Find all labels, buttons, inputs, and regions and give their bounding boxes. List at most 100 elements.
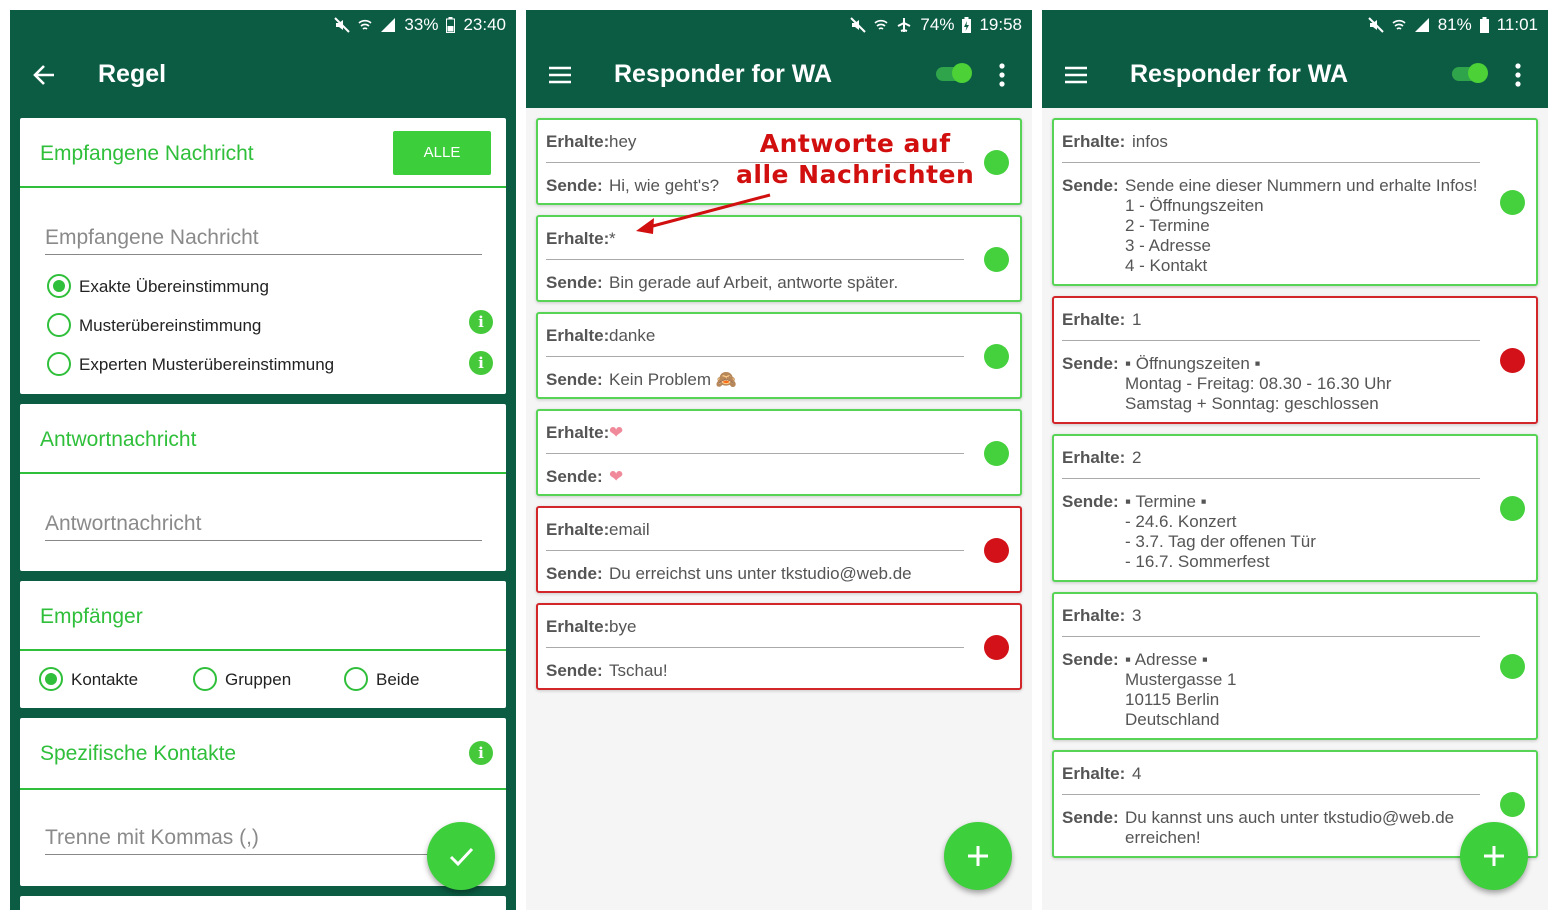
status-dot[interactable] <box>1500 496 1525 521</box>
clock: 23:40 <box>463 15 506 34</box>
next-card <box>20 896 506 910</box>
send-label: Sende: <box>1062 354 1119 373</box>
input-underline <box>45 854 482 855</box>
divider <box>1062 162 1480 163</box>
clock: 11:01 <box>1496 15 1538 34</box>
radio-pattern-match[interactable] <box>47 313 71 337</box>
send-value: Du kannst uns auch unter tkstudio@web.de… <box>1125 808 1455 847</box>
all-button[interactable]: ALLE <box>393 131 491 175</box>
radio-label-exact: Exakte Übereinstimmung <box>79 277 269 296</box>
rule-editor-screen: 33% 23:40 Regel Empfangene Nachricht ALL… <box>10 10 516 910</box>
annotation-arrow <box>636 193 771 234</box>
received-message-card: Empfangene Nachricht ALLE Empfangene Nac… <box>20 118 506 394</box>
receive-label: Erhalte: <box>1062 310 1126 329</box>
receive-label: Erhalte: <box>1062 606 1126 625</box>
status-bar: 81% 11:01 <box>1042 10 1548 40</box>
send-label: Sende: <box>1062 492 1119 511</box>
send-value: ▪ Öffnungszeiten ▪ Montag - Freitag: 08.… <box>1125 354 1392 413</box>
more-vert-icon[interactable] <box>1512 62 1524 88</box>
recipient-title: Empfänger <box>40 605 143 628</box>
rules-list-screen: 74% 19:58 Responder for WA Erhalte: hey Se… <box>526 10 1032 910</box>
arrow-left-icon[interactable] <box>30 60 60 90</box>
info-icon[interactable]: i <box>469 741 493 765</box>
send-label: Sende: <box>1062 808 1119 827</box>
receive-label: Erhalte: <box>1062 448 1126 467</box>
page-title: Regel <box>98 60 167 88</box>
receive-value: 3 <box>1132 606 1142 625</box>
app-bar: Regel <box>10 40 516 108</box>
reply-message-title: Antwortnachricht <box>40 428 197 451</box>
signal-icon <box>380 17 396 33</box>
status-bar: 33% 23:40 <box>10 10 516 40</box>
divider <box>20 472 506 474</box>
radio-label-pattern: Musterübereinstimmung <box>79 316 262 335</box>
status-dot[interactable] <box>1500 654 1525 679</box>
reply-message-input[interactable]: Antwortnachricht <box>45 512 201 536</box>
battery-icon <box>446 17 456 33</box>
rule-card[interactable]: Erhalte: infos Sende: Sende eine dieser Num… <box>1052 118 1538 286</box>
hamburger-menu-icon[interactable] <box>1062 60 1092 90</box>
info-icon[interactable]: i <box>469 351 493 375</box>
divider <box>1062 478 1480 479</box>
divider <box>1062 636 1480 637</box>
plus-icon <box>968 846 988 866</box>
received-message-input[interactable]: Empfangene Nachricht <box>45 226 259 250</box>
radio-both[interactable] <box>344 667 368 691</box>
radio-label-contacts: Kontakte <box>71 670 139 689</box>
send-label: Sende: <box>1062 650 1119 669</box>
battery-icon <box>1479 17 1489 33</box>
radio-expert-pattern-match[interactable] <box>47 352 71 376</box>
radio-label-expert: Experten Musterübereinstimmung <box>79 355 335 374</box>
input-underline <box>45 254 482 255</box>
status-dot[interactable] <box>1500 190 1525 215</box>
wifi-icon <box>1392 17 1406 33</box>
send-value: ▪ Adresse ▪ Mustergasse 1 10115 Berlin D… <box>1125 650 1237 729</box>
rules-list-screen-2: 81% 11:01 Responder for WA Erhalte: infos… <box>1042 10 1548 910</box>
add-rule-button[interactable] <box>1460 822 1528 890</box>
divider <box>20 649 506 651</box>
app-title: Responder for WA <box>1130 60 1349 88</box>
service-toggle[interactable] <box>1452 63 1488 83</box>
mute-icon <box>1367 17 1384 33</box>
send-label: Sende: <box>1062 176 1119 195</box>
rule-card[interactable]: Erhalte: 1 Sende: ▪ Öffnungszeiten ▪ Montag… <box>1052 296 1538 424</box>
rule-card[interactable]: Erhalte: 2 Sende: ▪ Termine ▪ - 24.6. Konze… <box>1052 434 1538 582</box>
send-value: ▪ Termine ▪ - 24.6. Konzert - 3.7. Tag d… <box>1125 492 1316 571</box>
divider <box>20 788 506 790</box>
receive-label: Erhalte: <box>1062 764 1126 783</box>
send-value: Sende eine dieser Nummern und erhalte In… <box>1125 176 1478 275</box>
wifi-icon <box>358 17 372 33</box>
battery-percent: 33% <box>404 15 439 34</box>
receive-label: Erhalte: <box>1062 132 1126 151</box>
rule-card[interactable]: Erhalte: 3 Sende: ▪ Adresse ▪ Mustergasse 1… <box>1052 592 1538 740</box>
check-icon <box>449 847 474 867</box>
signal-icon <box>1414 17 1430 33</box>
app-bar: Responder for WA <box>1042 40 1548 108</box>
recipient-card: Empfänger Kontakte Gruppen Beide <box>20 581 506 708</box>
contacts-input[interactable]: Trenne mit Kommas (,) <box>45 826 259 850</box>
input-underline <box>45 540 482 541</box>
plus-icon <box>1484 846 1504 866</box>
specific-contacts-title: Spezifische Kontakte <box>40 742 237 765</box>
radio-label-groups: Gruppen <box>225 670 292 689</box>
divider <box>1062 340 1480 341</box>
status-dot[interactable] <box>1500 792 1525 817</box>
status-dot[interactable] <box>1500 348 1525 373</box>
save-button[interactable] <box>427 822 495 890</box>
receive-value: infos <box>1132 132 1168 151</box>
radio-contacts[interactable] <box>39 667 63 691</box>
radio-groups[interactable] <box>193 667 217 691</box>
receive-value: 2 <box>1132 448 1142 467</box>
mute-icon <box>334 17 351 33</box>
reply-message-card: Antwortnachricht Antwortnachricht <box>20 404 506 571</box>
receive-value: 4 <box>1132 764 1142 783</box>
receive-value: 1 <box>1132 310 1142 329</box>
received-message-title: Empfangene Nachricht <box>40 142 254 165</box>
radio-exact-match[interactable] <box>47 274 71 298</box>
divider <box>1062 794 1480 795</box>
info-icon[interactable]: i <box>469 310 493 334</box>
battery-percent: 81% <box>1437 15 1472 34</box>
divider <box>20 186 506 188</box>
add-rule-button[interactable] <box>944 822 1012 890</box>
radio-label-both: Beide <box>376 670 420 689</box>
